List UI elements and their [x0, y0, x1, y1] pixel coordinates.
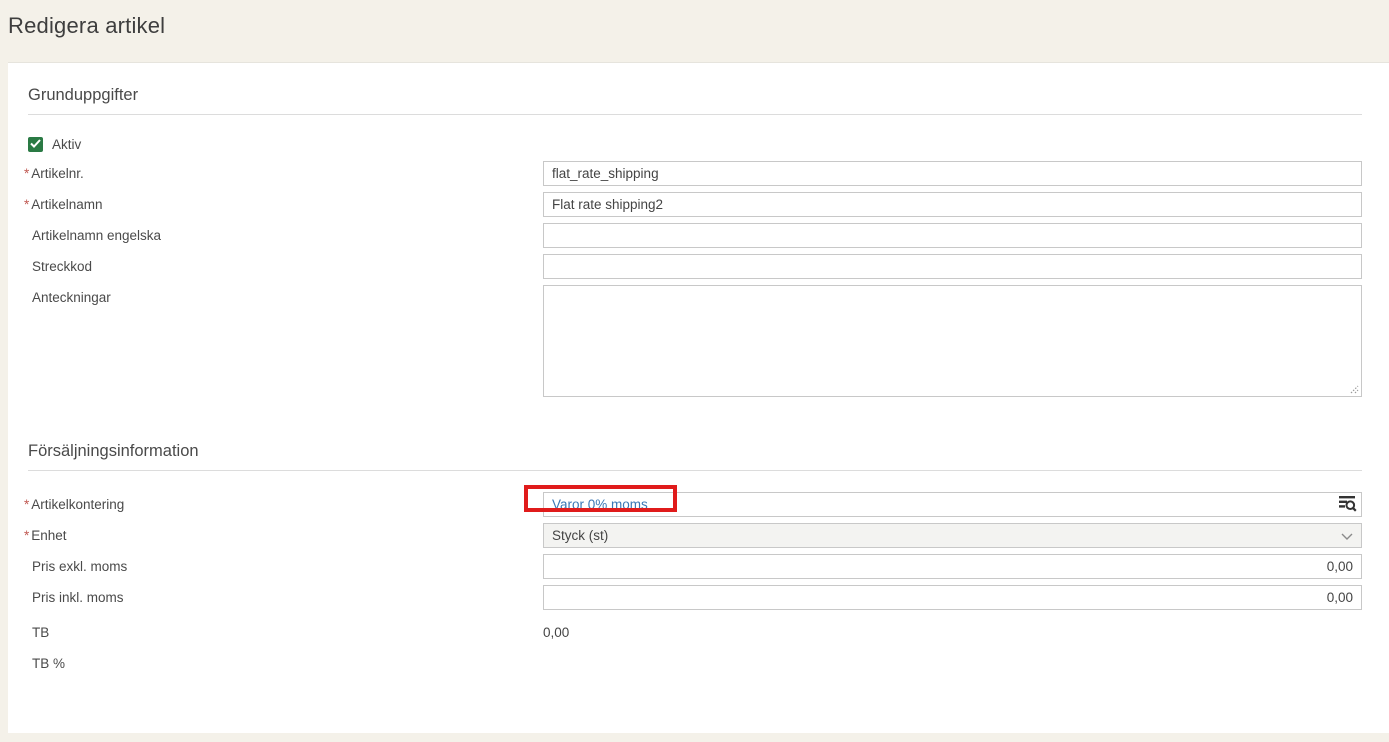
artikelnamn-row: *Artikelnamn: [28, 192, 1362, 217]
anteckningar-label: Anteckningar: [28, 285, 543, 307]
aktiv-row: Aktiv: [28, 136, 1362, 152]
section-heading-forsaljningsinformation: Försäljningsinformation: [28, 442, 1362, 471]
tb-label: TB: [28, 620, 543, 645]
page-header: Redigera artikel: [0, 0, 1389, 62]
artikelkontering-lookup-button[interactable]: [1336, 495, 1358, 515]
artikelkontering-field: Varor 0% moms: [543, 492, 1362, 517]
streckkod-row: Streckkod: [28, 254, 1362, 279]
pris-inkl-moms-label: Pris inkl. moms: [28, 585, 543, 610]
artikelnr-row: *Artikelnr.: [28, 161, 1362, 186]
pris-exkl-moms-row: Pris exkl. moms: [28, 554, 1362, 579]
artikelnamn-input[interactable]: [543, 192, 1362, 217]
section-forsaljningsinformation: Försäljningsinformation *Artikelkonterin…: [28, 442, 1362, 676]
chevron-down-icon: [1341, 533, 1353, 541]
aktiv-label: Aktiv: [52, 137, 81, 152]
list-search-icon: [1338, 495, 1357, 515]
pris-inkl-moms-input[interactable]: [543, 585, 1362, 610]
streckkod-input[interactable]: [543, 254, 1362, 279]
aktiv-checkbox[interactable]: [28, 137, 43, 152]
pris-exkl-moms-label: Pris exkl. moms: [28, 554, 543, 579]
page-title: Redigera artikel: [8, 13, 1389, 39]
required-asterisk: *: [24, 528, 29, 543]
checkmark-icon: [30, 135, 41, 153]
enhet-select[interactable]: Styck (st): [543, 523, 1362, 548]
artikelkontering-link[interactable]: Varor 0% moms: [552, 497, 648, 512]
artikelnamn-engelska-input[interactable]: [543, 223, 1362, 248]
streckkod-label: Streckkod: [28, 254, 543, 279]
required-asterisk: *: [24, 166, 29, 181]
tb-row: TB 0,00: [28, 620, 1362, 645]
enhet-selected-value: Styck (st): [552, 528, 608, 543]
tb-procent-label: TB %: [28, 651, 543, 676]
tb-value: 0,00: [543, 625, 569, 640]
pris-exkl-moms-input[interactable]: [543, 554, 1362, 579]
section-grunduppgifter: Grunduppgifter Aktiv *Artikelnr.: [28, 86, 1362, 397]
resize-handle-icon[interactable]: [1349, 384, 1359, 394]
artikelnr-label: *Artikelnr.: [28, 161, 543, 186]
anteckningar-row: Anteckningar: [28, 285, 1362, 397]
artikelkontering-label: *Artikelkontering: [28, 492, 543, 517]
required-asterisk: *: [24, 497, 29, 512]
artikelnamn-label: *Artikelnamn: [28, 192, 543, 217]
page: Redigera artikel Grunduppgifter Aktiv *A…: [0, 0, 1389, 733]
required-asterisk: *: [24, 197, 29, 212]
artikelnr-input[interactable]: [543, 161, 1362, 186]
content-panel: Grunduppgifter Aktiv *Artikelnr.: [8, 62, 1389, 733]
anteckningar-textarea[interactable]: [543, 285, 1362, 397]
enhet-label: *Enhet: [28, 523, 543, 548]
section-heading-grunduppgifter: Grunduppgifter: [28, 86, 1362, 115]
enhet-row: *Enhet Styck (st): [28, 523, 1362, 548]
artikelkontering-row: *Artikelkontering Varor 0% moms: [28, 492, 1362, 517]
tb-procent-row: TB %: [28, 651, 1362, 676]
pris-inkl-moms-row: Pris inkl. moms: [28, 585, 1362, 610]
artikelnamn-engelska-label: Artikelnamn engelska: [28, 223, 543, 248]
artikelnamn-engelska-row: Artikelnamn engelska: [28, 223, 1362, 248]
